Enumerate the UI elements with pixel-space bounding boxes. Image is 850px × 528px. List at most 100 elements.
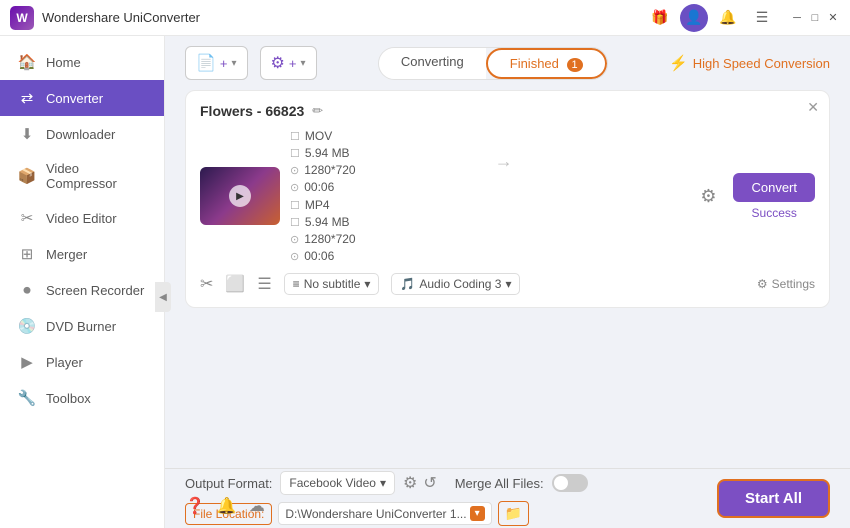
source-duration: 00:06 (304, 180, 334, 194)
output-duration: 00:06 (304, 249, 334, 263)
format-icon: ⚙ (271, 53, 285, 73)
add-file-arrow: ▾ (232, 58, 237, 69)
format-value: Facebook Video (289, 476, 376, 490)
app-logo: W (10, 6, 34, 30)
user-avatar[interactable]: 👤 (680, 4, 708, 32)
merger-icon: ⊞ (18, 245, 36, 263)
audio-arrow: ▾ (505, 277, 511, 291)
output-resolution: 1280*720 (304, 232, 355, 246)
audio-select[interactable]: 🎵 Audio Coding 3 ▾ (391, 273, 520, 295)
merge-toggle[interactable] (552, 474, 588, 492)
subtitle-select[interactable]: ≡ No subtitle ▾ (284, 273, 380, 295)
downloader-icon: ⬇ (18, 125, 36, 143)
sidebar-label-dvd: DVD Burner (46, 319, 116, 334)
account-icon[interactable]: ☁ (249, 496, 265, 516)
card-body: ▶ ☐ MOV ☐ 5.94 MB ⊙ 12 (200, 129, 815, 263)
maximize-button[interactable]: □ (808, 11, 822, 25)
toolbox-icon: 🔧 (18, 389, 36, 407)
source-resolution: 1280*720 (304, 163, 355, 177)
sidebar-item-merger[interactable]: ⊞ Merger (0, 236, 164, 272)
sidebar-label-compressor: Video Compressor (46, 161, 146, 191)
sidebar-item-home[interactable]: 🏠 Home (0, 44, 164, 80)
sidebar-label-editor: Video Editor (46, 211, 117, 226)
recorder-icon: ⏺ (18, 281, 36, 299)
high-speed-label: High Speed Conversion (693, 56, 830, 71)
output-format-row: ☐ MP4 (290, 198, 487, 212)
sidebar-item-downloader[interactable]: ⬇ Downloader (0, 116, 164, 152)
folder-button[interactable]: 📁 (498, 501, 529, 526)
help-icon[interactable]: ❓ (185, 496, 205, 516)
sidebar-item-screen-recorder[interactable]: ⏺ Screen Recorder (0, 272, 164, 308)
edit-icon[interactable]: ✏ (312, 103, 323, 119)
file-actions: ✂ ⬜ ☰ ≡ No subtitle ▾ 🎵 Audio Coding 3 ▾… (200, 273, 815, 295)
refresh-icon[interactable]: ↺ (423, 473, 436, 493)
sidebar-item-dvd-burner[interactable]: 💿 DVD Burner (0, 308, 164, 344)
sidebar-item-video-editor[interactable]: ✂ Video Editor (0, 200, 164, 236)
source-resolution-row: ⊙ 1280*720 (290, 163, 487, 177)
list-icon[interactable]: ☰ (257, 274, 271, 294)
source-size-row: ☐ 5.94 MB (290, 146, 487, 160)
sidebar-label-player: Player (46, 355, 83, 370)
subtitle-value: No subtitle (304, 277, 361, 291)
close-button[interactable]: ✕ (826, 11, 840, 25)
settings-small-icon[interactable]: ⚙ (403, 473, 417, 493)
format-select[interactable]: Facebook Video ▾ (280, 471, 395, 495)
settings-button[interactable]: ⚙ Settings (757, 277, 815, 291)
sidebar-collapse-button[interactable]: ◀ (155, 282, 171, 312)
output-format-row: Output Format: Facebook Video ▾ ⚙ ↺ Merg… (185, 471, 588, 495)
copy-icon[interactable]: ⬜ (225, 274, 245, 294)
out-format-icon: ☐ (290, 199, 300, 212)
main-layout: 🏠 Home ⇄ Converter ⬇ Downloader 📦 Video … (0, 36, 850, 528)
tab-finished-label: Finished (510, 56, 559, 71)
subtitle-icon: ≡ (293, 277, 300, 291)
card-settings-icon[interactable]: ⚙ (700, 186, 716, 207)
notification-icon[interactable]: 🔔 (217, 496, 237, 516)
add-file-button[interactable]: 📄 + ▾ (185, 46, 248, 80)
path-dropdown-arrow[interactable]: ▾ (470, 506, 485, 521)
file-path-display: D:\Wondershare UniConverter 1... ▾ (278, 502, 491, 525)
add-format-button[interactable]: ⚙ + ▾ (260, 46, 317, 80)
merge-label: Merge All Files: (455, 476, 544, 491)
tab-converting[interactable]: Converting (379, 48, 486, 79)
conversion-arrow-icon: → (495, 151, 513, 172)
sidebar-label-recorder: Screen Recorder (46, 283, 144, 298)
minimize-button[interactable]: ─ (790, 11, 804, 25)
convert-button[interactable]: Convert (733, 173, 815, 202)
source-duration-row: ⊙ 00:06 (290, 180, 487, 194)
bottom-icons: ⚙ ↺ (403, 473, 437, 493)
play-button[interactable]: ▶ (229, 185, 251, 207)
video-thumbnail[interactable]: ▶ (200, 167, 280, 225)
cut-icon[interactable]: ✂ (200, 274, 213, 294)
dvd-icon: 💿 (18, 317, 36, 335)
start-all-button[interactable]: Start All (717, 479, 830, 518)
card-title: Flowers - 66823 (200, 103, 304, 119)
card-close-button[interactable]: ✕ (807, 99, 819, 116)
bottom-bar: Output Format: Facebook Video ▾ ⚙ ↺ Merg… (165, 468, 850, 528)
compressor-icon: 📦 (18, 167, 36, 185)
source-format-row: ☐ MOV (290, 129, 487, 143)
success-status: Success (752, 206, 797, 220)
subtitle-arrow: ▾ (364, 277, 370, 291)
high-speed-button[interactable]: ⚡ High Speed Conversion (669, 54, 830, 72)
output-format: MP4 (305, 198, 330, 212)
sidebar-item-converter[interactable]: ⇄ Converter (0, 80, 164, 116)
content-area: 📄 + ▾ ⚙ + ▾ Converting Finished 1 ⚡ (165, 36, 850, 528)
output-info: ☐ MP4 ☐ 5.94 MB ⊙ 1280*720 ⊙ (290, 198, 487, 263)
tab-finished[interactable]: Finished 1 (486, 48, 607, 79)
output-size-row: ☐ 5.94 MB (290, 215, 487, 229)
menu-icon[interactable]: ☰ (748, 4, 776, 32)
file-path-text: D:\Wondershare UniConverter 1... (285, 507, 466, 521)
gift-icon[interactable]: 🎁 (646, 4, 674, 32)
bell-icon[interactable]: 🔔 (714, 4, 742, 32)
tab-group: Converting Finished 1 (378, 47, 608, 80)
arrow-separator: → (495, 129, 676, 194)
add-format-plus: + (289, 56, 297, 71)
window-controls: ─ □ ✕ (790, 11, 840, 25)
lightning-icon: ⚡ (669, 54, 688, 72)
sidebar-item-player[interactable]: ▶ Player (0, 344, 164, 380)
out-res-icon: ⊙ (290, 233, 299, 246)
status-bar-icons: ❓ 🔔 ☁ (185, 496, 265, 516)
sidebar-item-toolbox[interactable]: 🔧 Toolbox (0, 380, 164, 416)
sidebar-item-video-compressor[interactable]: 📦 Video Compressor (0, 152, 164, 200)
add-file-icon: 📄 (196, 53, 216, 73)
